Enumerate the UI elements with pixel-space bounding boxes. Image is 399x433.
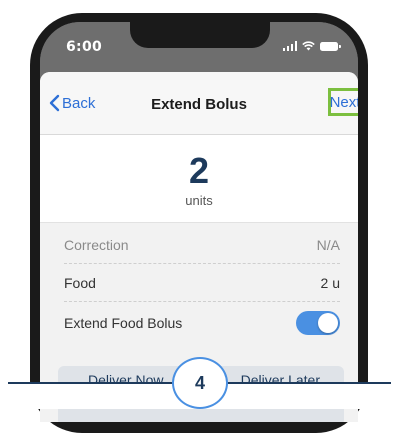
units-label: units bbox=[185, 193, 213, 208]
extend-food-bolus-label: Extend Food Bolus bbox=[64, 315, 183, 331]
status-time: 6:00 bbox=[66, 39, 103, 55]
correction-label: Correction bbox=[64, 237, 129, 253]
signal-icon bbox=[282, 41, 297, 51]
step-badge: 4 bbox=[172, 357, 228, 409]
units-display: 2 units bbox=[40, 134, 358, 224]
next-button[interactable]: Next bbox=[328, 88, 358, 116]
units-value: 2 bbox=[188, 150, 210, 191]
step-number: 4 bbox=[194, 372, 205, 393]
extend-food-bolus-toggle[interactable] bbox=[296, 311, 340, 335]
status-bar: 6:00 bbox=[40, 22, 358, 64]
navigation-bar: Back Extend Bolus bbox=[40, 72, 358, 135]
food-label: Food bbox=[64, 275, 96, 291]
row-extend-food-bolus: Extend Food Bolus bbox=[64, 305, 340, 341]
battery-icon bbox=[320, 41, 341, 51]
notch bbox=[130, 22, 270, 48]
page-title: Extend Bolus bbox=[151, 96, 247, 113]
row-food: Food 2 u bbox=[64, 265, 340, 302]
correction-value: N/A bbox=[316, 237, 340, 253]
status-icons bbox=[282, 40, 341, 52]
wifi-icon bbox=[302, 41, 315, 51]
row-correction: Correction N/A bbox=[64, 227, 340, 264]
toggle-knob bbox=[318, 313, 338, 333]
food-value: 2 u bbox=[320, 275, 340, 291]
